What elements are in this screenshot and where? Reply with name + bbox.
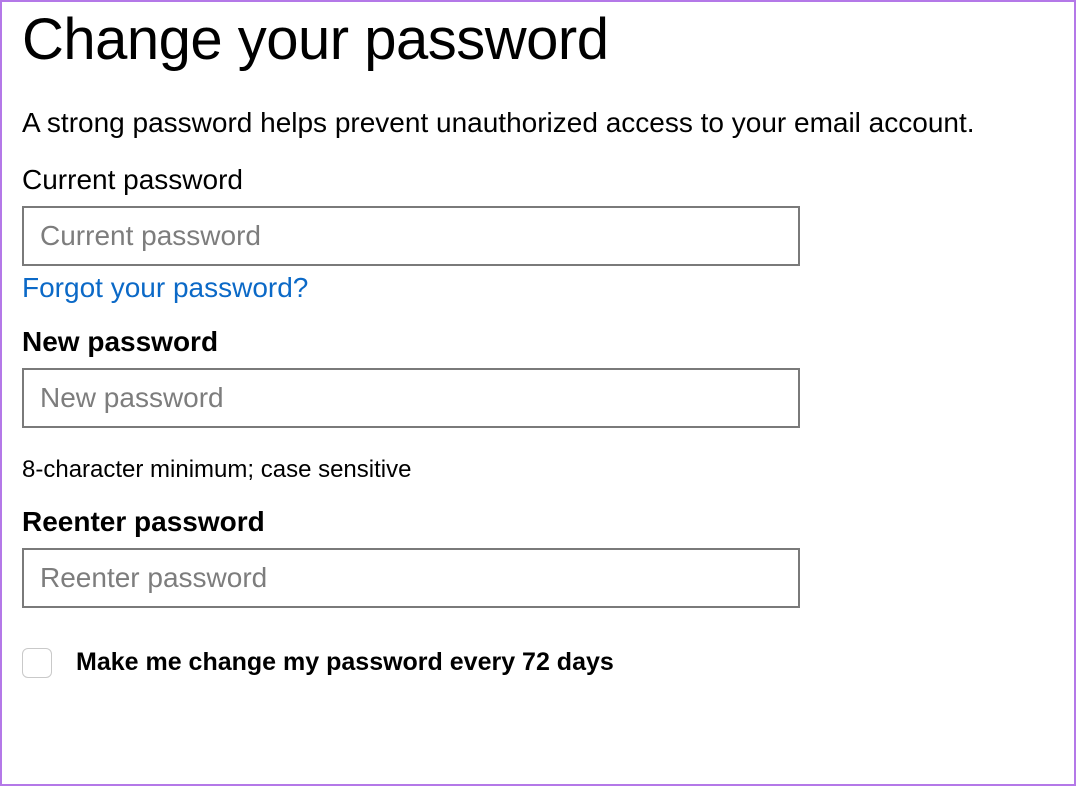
forgot-password-link[interactable]: Forgot your password?	[22, 272, 308, 304]
rotate-password-label: Make me change my password every 72 days	[76, 648, 614, 677]
new-password-group: New password	[22, 326, 1054, 428]
current-password-input[interactable]	[22, 206, 800, 266]
rotate-password-row: Make me change my password every 72 days	[22, 648, 1054, 678]
password-hint: 8-character minimum; case sensitive	[22, 456, 1054, 484]
change-password-panel: Change your password A strong password h…	[0, 0, 1076, 786]
reenter-password-input[interactable]	[22, 548, 800, 608]
new-password-label: New password	[22, 326, 1054, 358]
page-title: Change your password	[22, 2, 1054, 77]
reenter-password-label: Reenter password	[22, 506, 1054, 538]
current-password-label: Current password	[22, 164, 1054, 196]
current-password-group: Current password Forgot your password?	[22, 164, 1054, 304]
reenter-password-group: Reenter password	[22, 506, 1054, 608]
page-description: A strong password helps prevent unauthor…	[22, 105, 1054, 141]
rotate-password-checkbox[interactable]	[22, 648, 52, 678]
new-password-input[interactable]	[22, 368, 800, 428]
